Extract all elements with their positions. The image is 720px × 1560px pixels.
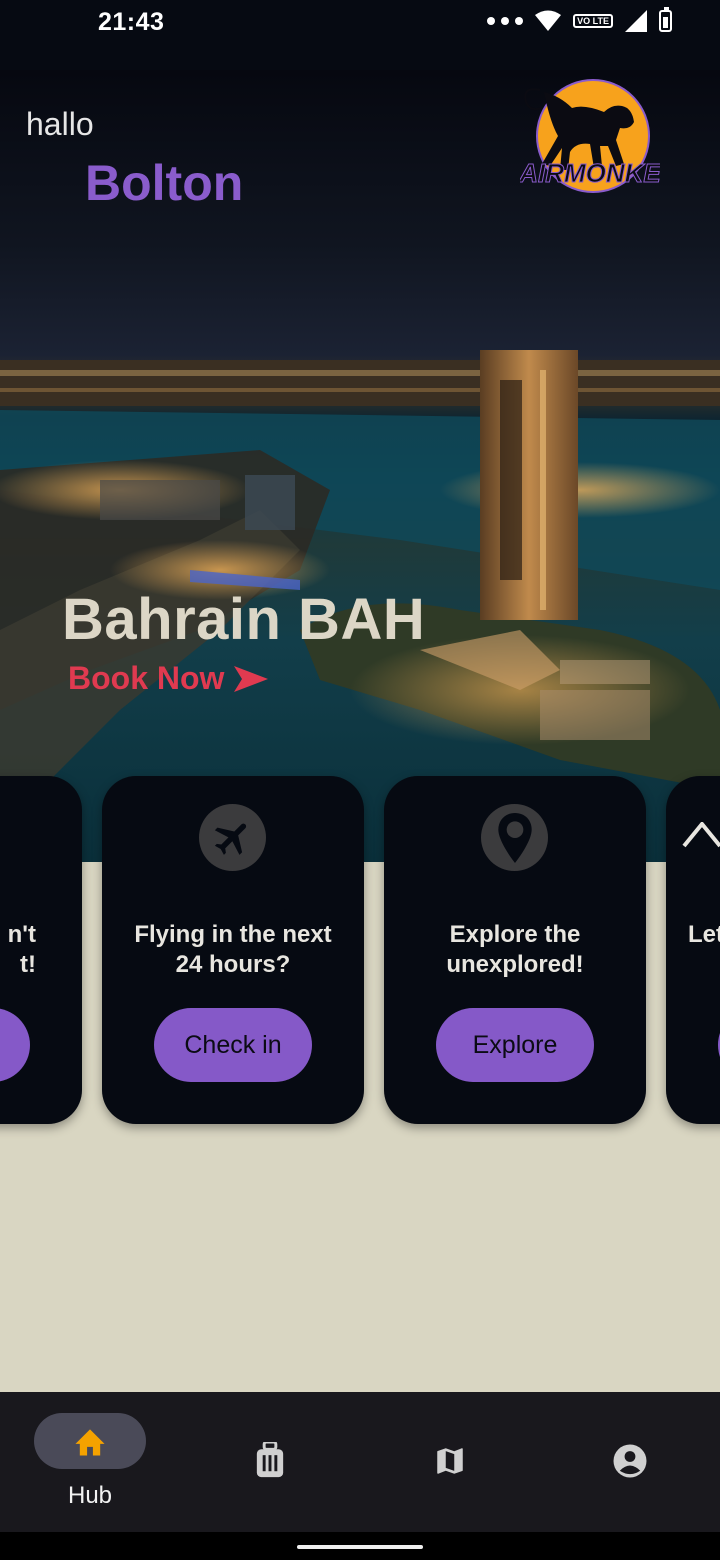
nav-item-map[interactable] [360, 1392, 540, 1532]
home-screen: 21:43 VO LTE hallo Bolton AIRMONKE Bahra… [0, 0, 720, 1560]
more-dots-icon [487, 17, 524, 25]
home-icon [75, 1429, 105, 1456]
card-title: n't t! [7, 921, 36, 978]
nav-active-indicator [34, 1413, 146, 1469]
card-title: Let [688, 921, 720, 948]
card-explore: Explore the unexplored! Explore [384, 776, 646, 1124]
logo-text: AIRMONKE [520, 158, 660, 188]
card-partial-left[interactable]: n't t! w [0, 776, 82, 1124]
card-check-in: Flying in the next 24 hours? Check in [102, 776, 364, 1124]
wifi-icon [535, 10, 562, 31]
airplane-icon [199, 804, 266, 871]
gesture-navigation-area [0, 1532, 720, 1560]
book-now-button[interactable]: Book Now [68, 660, 269, 697]
map-pin-icon [481, 804, 548, 871]
card-title: Explore the unexplored! [446, 921, 584, 978]
nav-item-trips[interactable] [180, 1392, 360, 1532]
greeting-text: hallo [26, 106, 94, 142]
explore-button[interactable]: Explore [436, 1008, 594, 1082]
book-now-label: Book Now [68, 660, 225, 696]
destination-title: Bahrain BAH [62, 587, 426, 652]
map-icon [432, 1443, 468, 1479]
nav-item-hub[interactable]: Hub [0, 1392, 180, 1532]
status-icons: VO LTE [487, 7, 672, 34]
check-in-button[interactable]: Check in [154, 1008, 312, 1082]
luggage-icon [252, 1442, 288, 1479]
airmonke-logo: AIRMONKE [520, 79, 660, 193]
status-time: 21:43 [98, 8, 165, 36]
bottom-navigation: Hub [0, 1392, 720, 1532]
nav-label-hub: Hub [67, 1482, 113, 1509]
signal-icon [625, 10, 647, 32]
account-icon [612, 1443, 648, 1479]
action-cards-carousel[interactable]: n't t! w Flying in the next 24 hours? Ch… [0, 776, 720, 1126]
volte-icon: VO LTE [573, 14, 613, 28]
user-name: Bolton [85, 155, 244, 211]
home-gesture-bar[interactable] [297, 1545, 423, 1549]
card-partial-right[interactable]: Let [666, 776, 720, 1124]
hero-banner: hallo Bolton AIRMONKE Bahrain BAH Book N… [0, 70, 720, 862]
partial-icon [682, 822, 720, 848]
card-button[interactable]: w [0, 1008, 30, 1082]
card-title: Flying in the next 24 hours? [134, 921, 332, 978]
nav-item-profile[interactable] [540, 1392, 720, 1532]
arrow-right-icon [234, 665, 269, 692]
battery-icon [659, 7, 672, 32]
status-bar: 21:43 VO LTE [0, 0, 720, 70]
